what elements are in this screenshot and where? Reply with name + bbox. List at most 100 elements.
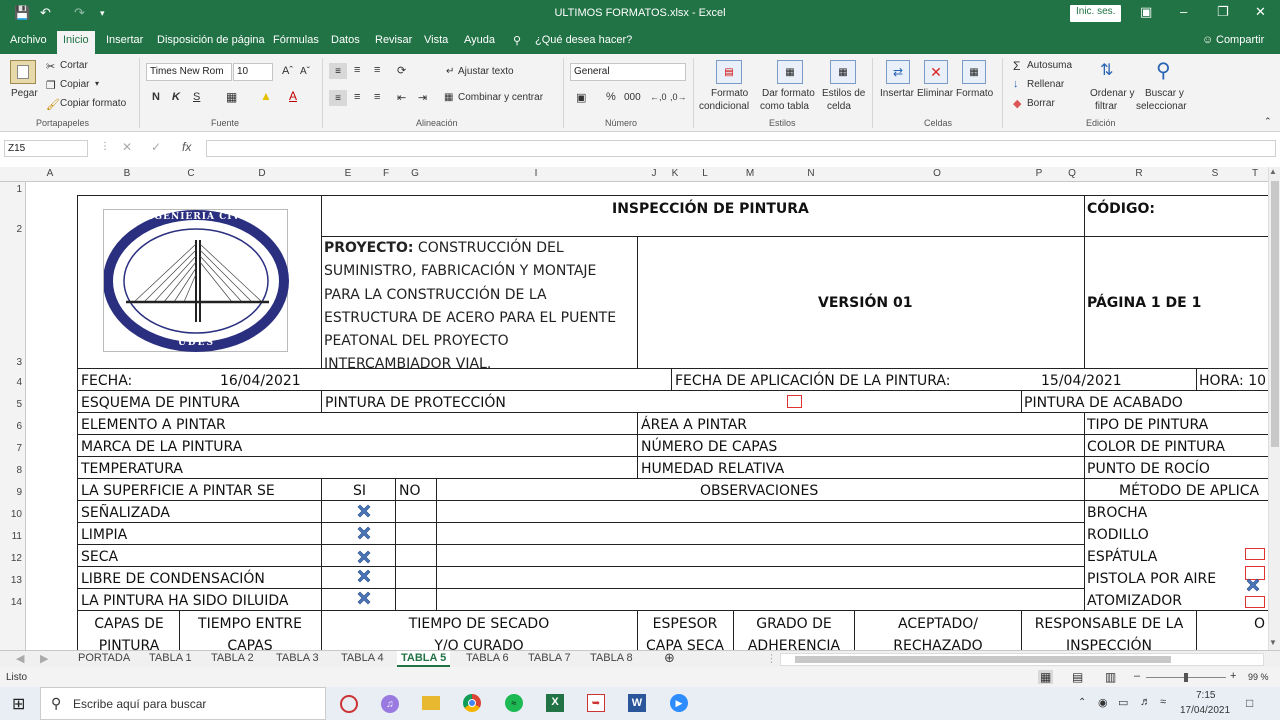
- page-layout-icon[interactable]: ▤: [1072, 670, 1083, 684]
- sheet-tab[interactable]: TABLA 7: [524, 651, 575, 665]
- column-header-s[interactable]: S: [1209, 168, 1221, 179]
- wrap-text-button[interactable]: Ajustar texto: [458, 66, 514, 77]
- tab-archivo[interactable]: Archivo: [10, 34, 47, 46]
- check-x-icon[interactable]: [356, 525, 372, 541]
- row-header-14[interactable]: 14: [0, 597, 22, 608]
- microphone-icon[interactable]: ◉: [1098, 696, 1108, 709]
- sheet-tab[interactable]: TABLA 1: [145, 651, 196, 665]
- format-cells-button[interactable]: Formato: [956, 88, 993, 99]
- row-header-1[interactable]: 1: [0, 184, 22, 195]
- thousands-icon[interactable]: 000: [624, 92, 641, 103]
- format-painter-button[interactable]: Copiar formato: [60, 98, 126, 109]
- decrease-indent-icon[interactable]: ⇤: [397, 91, 406, 104]
- column-header-d[interactable]: D: [256, 168, 268, 179]
- clear-button[interactable]: Borrar: [1027, 98, 1055, 109]
- column-header-l[interactable]: L: [699, 168, 711, 179]
- tab-insertar[interactable]: Insertar: [106, 34, 143, 46]
- row-header-3[interactable]: 3: [0, 357, 22, 368]
- format-painter-icon[interactable]: 🖌: [46, 98, 60, 111]
- font-color-icon[interactable]: A: [289, 89, 297, 103]
- tab-datos[interactable]: Datos: [331, 34, 360, 46]
- merge-icon[interactable]: ▦: [444, 92, 453, 103]
- align-left-icon[interactable]: ≡: [329, 90, 347, 106]
- align-bottom-icon[interactable]: ≡: [374, 64, 380, 76]
- copy-button[interactable]: Copiar: [60, 79, 89, 90]
- chevron-up-icon[interactable]: ⌃: [1078, 697, 1086, 708]
- chrome-icon[interactable]: [463, 694, 481, 712]
- chevron-down-icon[interactable]: ▾: [95, 79, 99, 88]
- sheet-tab[interactable]: TABLA 3: [272, 651, 323, 665]
- paste-button[interactable]: Pegar: [11, 88, 38, 99]
- cell-styles-icon[interactable]: ▦: [830, 60, 856, 84]
- scissors-icon[interactable]: ✂: [46, 60, 55, 73]
- column-header-p[interactable]: P: [1033, 168, 1045, 179]
- excel-icon[interactable]: X: [546, 694, 564, 712]
- sheet-area[interactable]: INGENIERIA CIVIL UDES INSPECCIÓN DE PINT…: [26, 182, 1268, 650]
- restore-icon[interactable]: ❐: [1217, 4, 1229, 20]
- cut-button[interactable]: Cortar: [60, 60, 88, 71]
- row-header-6[interactable]: 6: [0, 421, 22, 432]
- checkbox-atomizador[interactable]: [1245, 596, 1265, 608]
- increase-indent-icon[interactable]: ⇥: [418, 91, 427, 104]
- insert-cells-icon[interactable]: ⇄: [886, 60, 910, 84]
- conditional-format-label-1[interactable]: Formato: [711, 88, 748, 99]
- sort-filter-label-1[interactable]: Ordenar y: [1090, 88, 1134, 99]
- align-center-icon[interactable]: ≡: [354, 91, 360, 103]
- column-header-f[interactable]: F: [380, 168, 392, 179]
- align-middle-icon[interactable]: ≡: [354, 64, 360, 76]
- scroll-up-icon[interactable]: ▲: [1269, 167, 1277, 176]
- spotify-icon[interactable]: ≈: [505, 694, 523, 712]
- volume-icon[interactable]: ♬: [1140, 696, 1151, 708]
- zoom-level[interactable]: 99 %: [1248, 672, 1269, 682]
- find-select-label-1[interactable]: Buscar y: [1145, 88, 1184, 99]
- delete-cells-icon[interactable]: ✕: [924, 60, 948, 84]
- horizontal-scrollbar[interactable]: [780, 653, 1264, 666]
- number-format-select[interactable]: General: [570, 63, 686, 81]
- borders-icon[interactable]: ▦: [226, 90, 237, 104]
- tab-disposicion[interactable]: Disposición de página: [157, 34, 265, 46]
- vertical-scroll-thumb[interactable]: [1271, 181, 1279, 447]
- insert-cells-button[interactable]: Insertar: [880, 88, 914, 99]
- increase-decimal-icon[interactable]: ←,0: [650, 92, 667, 102]
- clock-time[interactable]: 7:15: [1196, 690, 1215, 701]
- align-top-icon[interactable]: ≡: [329, 63, 347, 79]
- column-header-n[interactable]: N: [805, 168, 817, 179]
- ribbon-display-icon[interactable]: ▣: [1140, 4, 1152, 20]
- table-format-label-1[interactable]: Dar formato: [762, 88, 815, 99]
- vertical-scrollbar[interactable]: ▲ ▼: [1268, 167, 1280, 650]
- scroll-down-icon[interactable]: ▼: [1269, 638, 1277, 647]
- fill-down-icon[interactable]: ↓: [1013, 78, 1019, 90]
- taskbar-search[interactable]: ⚲ Escribe aquí para buscar: [40, 687, 326, 720]
- italic-button[interactable]: K: [172, 91, 180, 103]
- conditional-format-label-2[interactable]: condicional: [699, 101, 749, 112]
- sheet-tab[interactable]: TABLA 4: [337, 651, 388, 665]
- row-header-13[interactable]: 13: [0, 575, 22, 586]
- column-header-r[interactable]: R: [1133, 168, 1145, 179]
- copy-icon[interactable]: ❐: [46, 79, 56, 92]
- tab-revisar[interactable]: Revisar: [375, 34, 412, 46]
- shrink-font-icon[interactable]: Aˇ: [300, 66, 310, 77]
- fill-button[interactable]: Rellenar: [1027, 79, 1064, 90]
- column-header-t[interactable]: T: [1249, 168, 1261, 179]
- formula-input[interactable]: [206, 140, 1276, 157]
- row-header-10[interactable]: 10: [0, 509, 22, 520]
- currency-icon[interactable]: ▣: [576, 91, 586, 104]
- percent-icon[interactable]: %: [606, 91, 616, 103]
- share-button[interactable]: Compartir: [1216, 34, 1264, 46]
- next-sheet-icon[interactable]: ▶: [36, 651, 52, 666]
- tell-me-box[interactable]: ¿Qué desea hacer?: [535, 34, 632, 46]
- decrease-decimal-icon[interactable]: ,0→: [670, 92, 687, 102]
- zoom-out-icon[interactable]: –: [1134, 670, 1140, 682]
- file-explorer-icon[interactable]: [422, 696, 440, 710]
- row-header-12[interactable]: 12: [0, 553, 22, 564]
- sheet-tab[interactable]: PORTADA: [74, 651, 134, 665]
- check-x-icon[interactable]: [356, 549, 372, 565]
- share-icon[interactable]: ☺: [1202, 34, 1213, 46]
- check-x-icon[interactable]: [1245, 577, 1261, 593]
- add-sheet-icon[interactable]: ⊕: [660, 649, 679, 667]
- column-header-b[interactable]: B: [121, 168, 133, 179]
- clock-date[interactable]: 17/04/2021: [1180, 705, 1230, 716]
- horizontal-scroll-thumb[interactable]: [795, 656, 1171, 663]
- underline-button[interactable]: S: [193, 91, 200, 103]
- zoom-app-icon[interactable]: ▶: [670, 694, 688, 712]
